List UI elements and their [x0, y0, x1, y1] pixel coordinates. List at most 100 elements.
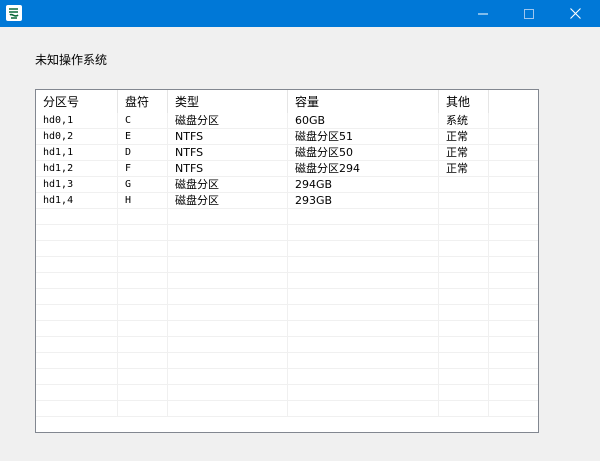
table-row[interactable]: hd0,1 C 磁盘分区 60GB 系统	[36, 113, 538, 129]
partition-list[interactable]: 分区号 盘符 类型 容量 其他 hd0,1 C 磁盘分区 60GB 系统 hd0,2 E NT…	[35, 89, 539, 433]
partition-cell	[36, 385, 118, 401]
type-cell	[168, 305, 288, 321]
other-cell	[439, 353, 489, 369]
window-client-area: 未知操作系统 分区号 盘符 类型 容量 其他 hd0,1 C 磁盘分区 60GB 系统 h…	[1, 27, 599, 460]
filler-cell	[489, 289, 538, 305]
partition-cell	[36, 401, 118, 417]
capacity-cell	[288, 353, 439, 369]
table-row[interactable]	[36, 273, 538, 289]
capacity-cell: 294GB	[288, 177, 439, 193]
column-header-other[interactable]: 其他	[439, 90, 489, 113]
title-bar	[0, 0, 600, 27]
table-row[interactable]	[36, 257, 538, 273]
minimize-button[interactable]	[460, 0, 506, 27]
capacity-cell	[288, 337, 439, 353]
filler-cell	[489, 385, 538, 401]
capacity-cell	[288, 321, 439, 337]
table-row[interactable]: hd1,3 G 磁盘分区 294GB	[36, 177, 538, 193]
type-cell: 磁盘分区	[168, 193, 288, 209]
partition-cell	[36, 321, 118, 337]
other-cell	[439, 385, 489, 401]
column-header-capacity[interactable]: 容量	[288, 90, 439, 113]
partition-cell	[36, 241, 118, 257]
partition-cell	[36, 273, 118, 289]
maximize-button[interactable]	[506, 0, 552, 27]
table-row[interactable]	[36, 369, 538, 385]
minimize-icon	[478, 4, 488, 23]
capacity-cell	[288, 289, 439, 305]
capacity-cell	[288, 241, 439, 257]
partition-cell	[36, 353, 118, 369]
table-row[interactable]: hd0,2 E NTFS 磁盘分区51 正常	[36, 129, 538, 145]
drive-letter-cell	[118, 225, 168, 241]
type-cell: 磁盘分区	[168, 177, 288, 193]
drive-letter-cell	[118, 273, 168, 289]
filler-cell	[489, 225, 538, 241]
table-row[interactable]	[36, 337, 538, 353]
capacity-cell	[288, 369, 439, 385]
capacity-cell	[288, 225, 439, 241]
type-cell	[168, 209, 288, 225]
table-row[interactable]	[36, 225, 538, 241]
capacity-cell	[288, 209, 439, 225]
close-icon	[569, 4, 581, 23]
partition-cell	[36, 337, 118, 353]
partition-cell	[36, 369, 118, 385]
type-cell	[168, 353, 288, 369]
other-cell: 正常	[439, 161, 489, 177]
table-row[interactable]	[36, 353, 538, 369]
filler-cell	[489, 145, 538, 161]
table-row[interactable]	[36, 289, 538, 305]
partition-cell: hd1,2	[36, 161, 118, 177]
capacity-cell: 60GB	[288, 113, 439, 129]
close-button[interactable]	[552, 0, 598, 27]
table-row[interactable]	[36, 209, 538, 225]
other-cell	[439, 257, 489, 273]
drive-letter-cell: F	[118, 161, 168, 177]
drive-letter-cell	[118, 257, 168, 273]
type-cell: 磁盘分区	[168, 113, 288, 129]
type-cell	[168, 337, 288, 353]
partition-cell	[36, 289, 118, 305]
other-cell	[439, 289, 489, 305]
filler-cell	[489, 353, 538, 369]
drive-letter-cell	[118, 337, 168, 353]
table-row[interactable]: hd1,4 H 磁盘分区 293GB	[36, 193, 538, 209]
capacity-cell	[288, 273, 439, 289]
table-row[interactable]	[36, 305, 538, 321]
os-label: 未知操作系统	[35, 53, 108, 67]
other-cell	[439, 337, 489, 353]
partition-cell: hd1,1	[36, 145, 118, 161]
filler-cell	[489, 241, 538, 257]
partition-cell: hd1,4	[36, 193, 118, 209]
filler-cell	[489, 257, 538, 273]
drive-letter-cell	[118, 369, 168, 385]
filler-cell	[489, 177, 538, 193]
drive-letter-cell	[118, 321, 168, 337]
filler-cell	[489, 273, 538, 289]
table-row[interactable]	[36, 241, 538, 257]
partition-cell: hd1,3	[36, 177, 118, 193]
filler-cell	[489, 369, 538, 385]
other-cell: 系统	[439, 113, 489, 129]
partition-cell	[36, 257, 118, 273]
other-cell	[439, 305, 489, 321]
partition-cell	[36, 305, 118, 321]
app-icon	[6, 5, 22, 21]
filler-cell	[489, 321, 538, 337]
type-cell: NTFS	[168, 145, 288, 161]
column-header-partition[interactable]: 分区号	[36, 90, 118, 113]
table-row[interactable]	[36, 385, 538, 401]
filler-cell	[489, 129, 538, 145]
table-row[interactable]: hd1,2 F NTFS 磁盘分区294 正常	[36, 161, 538, 177]
partition-cell	[36, 209, 118, 225]
table-row[interactable]: hd1,1 D NTFS 磁盘分区50 正常	[36, 145, 538, 161]
partition-cell: hd0,2	[36, 129, 118, 145]
table-row[interactable]	[36, 401, 538, 417]
capacity-cell	[288, 401, 439, 417]
maximize-icon	[524, 4, 534, 23]
drive-letter-cell	[118, 353, 168, 369]
column-header-type[interactable]: 类型	[168, 90, 288, 113]
table-row[interactable]	[36, 321, 538, 337]
column-header-drive-letter[interactable]: 盘符	[118, 90, 168, 113]
